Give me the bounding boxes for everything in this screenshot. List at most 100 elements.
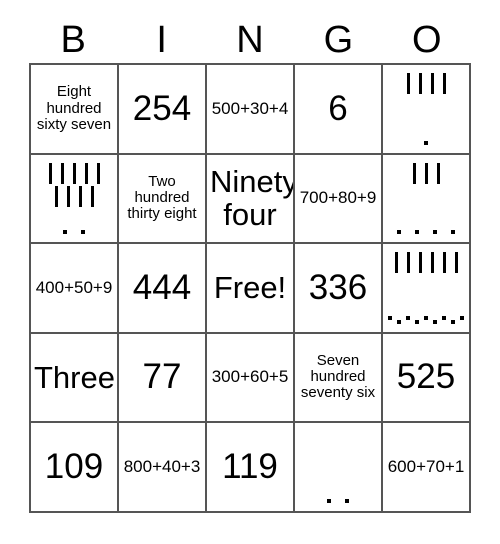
- tally-stroke-icon: [406, 73, 410, 94]
- tally-line-icon: [36, 185, 112, 207]
- bingo-cell[interactable]: 500+30+4: [207, 65, 295, 155]
- bingo-header-letter-i: I: [156, 19, 167, 61]
- bingo-cell[interactable]: 700+80+9: [295, 154, 383, 244]
- bingo-cell[interactable]: Eight hundred sixty seven: [31, 65, 119, 155]
- tally-stroke-icon: [454, 252, 458, 273]
- bingo-cell-label: 254: [132, 88, 192, 128]
- bingo-cell[interactable]: 254: [119, 65, 207, 155]
- dot-unit-icon: [345, 498, 349, 503]
- dot-line-icon: [300, 498, 376, 503]
- tally-stroke-icon: [418, 73, 422, 94]
- tally-stroke-icon: [430, 73, 434, 94]
- bingo-cell-label: Three: [34, 359, 115, 395]
- tally-stroke-icon: [84, 162, 88, 184]
- bingo-cell[interactable]: 6: [295, 65, 383, 155]
- bingo-cell-label: Two hundred thirty eight: [127, 172, 197, 223]
- tally-mark-group: [34, 157, 114, 241]
- bingo-header-letter-n: N: [236, 19, 264, 61]
- dot-unit-icon: [81, 230, 85, 234]
- bingo-cell[interactable]: Three: [31, 333, 119, 423]
- bingo-cell-label: 444: [132, 267, 192, 307]
- tally-mark-group: [386, 67, 466, 151]
- bingo-cell[interactable]: Seven hundred seventy six: [295, 333, 383, 423]
- tally-stroke-icon: [442, 73, 446, 94]
- bingo-cell-label: 6: [328, 88, 348, 128]
- bingo-row: Eight hundred sixty seven 254 500+30+4 6: [31, 65, 471, 155]
- tally-mark-group: [386, 157, 466, 241]
- dot-unit-icon: [63, 230, 67, 234]
- bingo-cell-tally-marks[interactable]: [295, 423, 383, 513]
- bingo-cell[interactable]: 77: [119, 333, 207, 423]
- tally-stroke-icon: [436, 162, 440, 184]
- bingo-cell-tally-marks[interactable]: [383, 244, 471, 334]
- tally-stroke-icon: [54, 185, 58, 207]
- tally-stroke-icon: [60, 162, 64, 184]
- bingo-header: B I N G O: [29, 0, 471, 63]
- bingo-cell-label: 700+80+9: [299, 188, 377, 208]
- dot-unit-icon: [415, 319, 419, 324]
- bingo-cell-tally-marks[interactable]: [31, 154, 119, 244]
- bingo-row: 109 800+40+3 119 600+70+1: [31, 423, 471, 513]
- bingo-cell[interactable]: 525: [383, 333, 471, 423]
- bingo-cell-free-space[interactable]: Free!: [207, 244, 295, 334]
- bingo-cell[interactable]: 400+50+9: [31, 244, 119, 334]
- dot-line-icon: [388, 140, 464, 145]
- tally-mark-group: [386, 246, 466, 330]
- tally-line-icon: [388, 252, 464, 273]
- bingo-cell-label: 119: [222, 446, 278, 486]
- tally-line-icon: [388, 73, 464, 94]
- tally-stroke-icon: [90, 185, 94, 207]
- dot-unit-icon: [397, 230, 401, 234]
- bingo-cell-label: Ninety four: [210, 163, 295, 233]
- bingo-header-letter-b: B: [60, 19, 86, 61]
- tally-stroke-icon: [424, 162, 428, 184]
- bingo-row: Two hundred thirty eight Ninety four 700+8…: [31, 154, 471, 244]
- bingo-header-letter-g: G: [323, 19, 354, 61]
- tally-line-icon: [36, 162, 112, 184]
- dot-line-icon: [36, 230, 112, 234]
- tally-stroke-icon: [78, 185, 82, 207]
- bingo-cell[interactable]: Ninety four: [207, 154, 295, 244]
- bingo-cell-label: 400+50+9: [35, 277, 113, 297]
- tally-mark-group: [298, 425, 378, 509]
- tally-stroke-icon: [442, 252, 446, 273]
- tally-stroke-icon: [48, 162, 52, 184]
- bingo-cell-label: 336: [308, 267, 368, 307]
- dot-unit-icon: [433, 230, 437, 234]
- bingo-cell-label: 77: [142, 357, 182, 397]
- tally-line-icon: [388, 162, 464, 184]
- bingo-cell-label: 800+40+3: [123, 456, 201, 476]
- tally-stroke-icon: [412, 162, 416, 184]
- dot-line-icon: [388, 319, 464, 324]
- bingo-cell-label: 109: [44, 446, 104, 486]
- bingo-cell[interactable]: 444: [119, 244, 207, 334]
- bingo-cell-tally-marks[interactable]: [383, 154, 471, 244]
- dot-unit-icon: [415, 230, 419, 234]
- dot-unit-icon: [451, 319, 455, 324]
- bingo-row: Three 77 300+60+5 Seven hundred seventy six…: [31, 333, 471, 423]
- bingo-cell[interactable]: Two hundred thirty eight: [119, 154, 207, 244]
- bingo-cell-label: 600+70+1: [387, 456, 465, 476]
- dot-unit-icon: [451, 230, 455, 234]
- bingo-cell-tally-marks[interactable]: [383, 65, 471, 155]
- dot-unit-icon: [327, 498, 331, 503]
- bingo-cell-label: 525: [396, 357, 456, 397]
- bingo-cell-label: Free!: [213, 270, 287, 306]
- bingo-cell[interactable]: 336: [295, 244, 383, 334]
- bingo-cell-label: Seven hundred seventy six: [300, 351, 376, 402]
- tally-stroke-icon: [406, 252, 410, 273]
- dot-unit-icon: [424, 140, 428, 145]
- dot-line-icon: [388, 230, 464, 234]
- bingo-cell[interactable]: 800+40+3: [119, 423, 207, 513]
- bingo-row: 400+50+9 444 Free! 336: [31, 244, 471, 334]
- tally-stroke-icon: [66, 185, 70, 207]
- bingo-cell[interactable]: 300+60+5: [207, 333, 295, 423]
- tally-stroke-icon: [96, 162, 100, 184]
- dot-unit-icon: [433, 319, 437, 324]
- bingo-grid: Eight hundred sixty seven 254 500+30+4 6 Two…: [29, 63, 471, 513]
- tally-stroke-icon: [418, 252, 422, 273]
- bingo-cell-label: 300+60+5: [211, 367, 289, 387]
- bingo-cell[interactable]: 119: [207, 423, 295, 513]
- bingo-cell[interactable]: 600+70+1: [383, 423, 471, 513]
- bingo-cell[interactable]: 109: [31, 423, 119, 513]
